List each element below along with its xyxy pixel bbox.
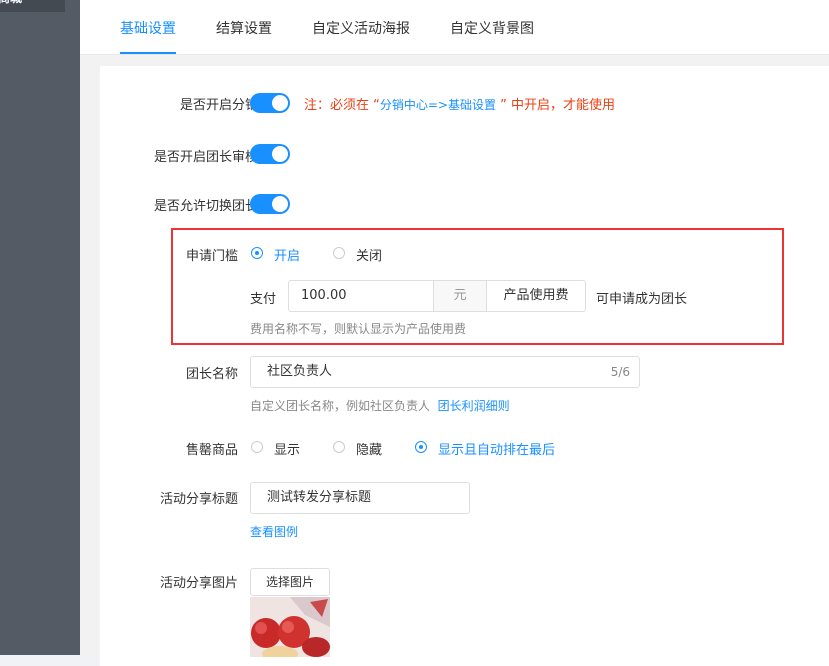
threshold-suffix-label: 可申请成为团长	[596, 292, 688, 307]
sold-out-show-label[interactable]: 显示	[274, 439, 300, 458]
leader-name-label: 团长名称	[185, 367, 238, 382]
apple-image	[250, 597, 330, 657]
fee-name-hint: 费用名称不写，则默认显示为产品使用费	[250, 322, 467, 336]
view-example-link[interactable]: 查看图例	[250, 523, 298, 540]
choose-image-button[interactable]: 选择图片	[250, 568, 330, 596]
pay-label: 支付	[250, 292, 277, 307]
main-content: 基础设置 结算设置 自定义活动海报 自定义背景图 是否开启分销 注：必须在 “分…	[80, 0, 829, 666]
sold-out-show-radio[interactable]	[251, 441, 263, 453]
leader-profit-rules-link[interactable]: 团长利润细则	[438, 399, 510, 413]
distribution-note: 注：必须在 “分销中心=>基础设置 ” 中开启，才能使用	[304, 98, 615, 113]
fee-name-input[interactable]: 产品使用费	[486, 280, 586, 312]
share-title-input[interactable]: 测试转发分享标题	[250, 482, 470, 514]
enable-distribution-switch[interactable]	[250, 93, 290, 113]
threshold-off-radio[interactable]	[333, 247, 345, 259]
tab-basic-settings[interactable]: 基础设置	[120, 18, 176, 38]
sold-out-hide-label[interactable]: 隐藏	[356, 439, 382, 458]
tab-custom-poster[interactable]: 自定义活动海报	[312, 18, 410, 38]
sidebar: 商城	[0, 0, 80, 655]
threshold-on-label[interactable]: 开启	[274, 245, 300, 264]
switch-leader-label: 是否允许切换团长	[153, 199, 258, 214]
leader-name-input[interactable]: 社区负责人 5/6	[250, 356, 640, 388]
tab-settlement-settings[interactable]: 结算设置	[216, 18, 272, 38]
leader-review-label: 是否开启团长审核	[153, 150, 258, 165]
active-tab-indicator	[120, 52, 176, 54]
sold-out-hide-radio[interactable]	[333, 441, 345, 453]
threshold-off-label[interactable]: 关闭	[356, 245, 382, 264]
sold-out-label: 售罄商品	[185, 443, 238, 458]
distribution-center-link[interactable]: 分销中心=>基础设置	[380, 98, 496, 112]
leader-name-counter: 5/6	[610, 365, 630, 379]
sidebar-item-mall[interactable]: 商城	[0, 0, 65, 12]
threshold-label: 申请门槛	[185, 249, 238, 264]
switch-leader-switch[interactable]	[250, 194, 290, 214]
threshold-amount-input[interactable]: 100.00	[288, 280, 434, 312]
leader-name-hint: 自定义团长名称，例如社区负责人 团长利润细则	[250, 399, 510, 413]
leader-review-switch[interactable]	[250, 144, 290, 164]
share-image-label: 活动分享图片	[159, 576, 238, 591]
tab-bar: 基础设置 结算设置 自定义活动海报 自定义背景图	[80, 0, 829, 55]
share-title-label: 活动分享标题	[159, 492, 238, 507]
sold-out-auto-label[interactable]: 显示且自动排在最后	[438, 439, 555, 458]
settings-panel: 是否开启分销 注：必须在 “分销中心=>基础设置 ” 中开启，才能使用 是否开启…	[100, 66, 829, 666]
share-image-thumbnail	[250, 597, 330, 657]
enable-distribution-label: 是否开启分销	[179, 98, 258, 113]
tab-custom-background[interactable]: 自定义背景图	[450, 18, 534, 38]
sold-out-auto-radio[interactable]	[415, 441, 427, 453]
threshold-on-radio[interactable]	[251, 247, 263, 259]
amount-unit-addon: 元	[433, 280, 487, 312]
